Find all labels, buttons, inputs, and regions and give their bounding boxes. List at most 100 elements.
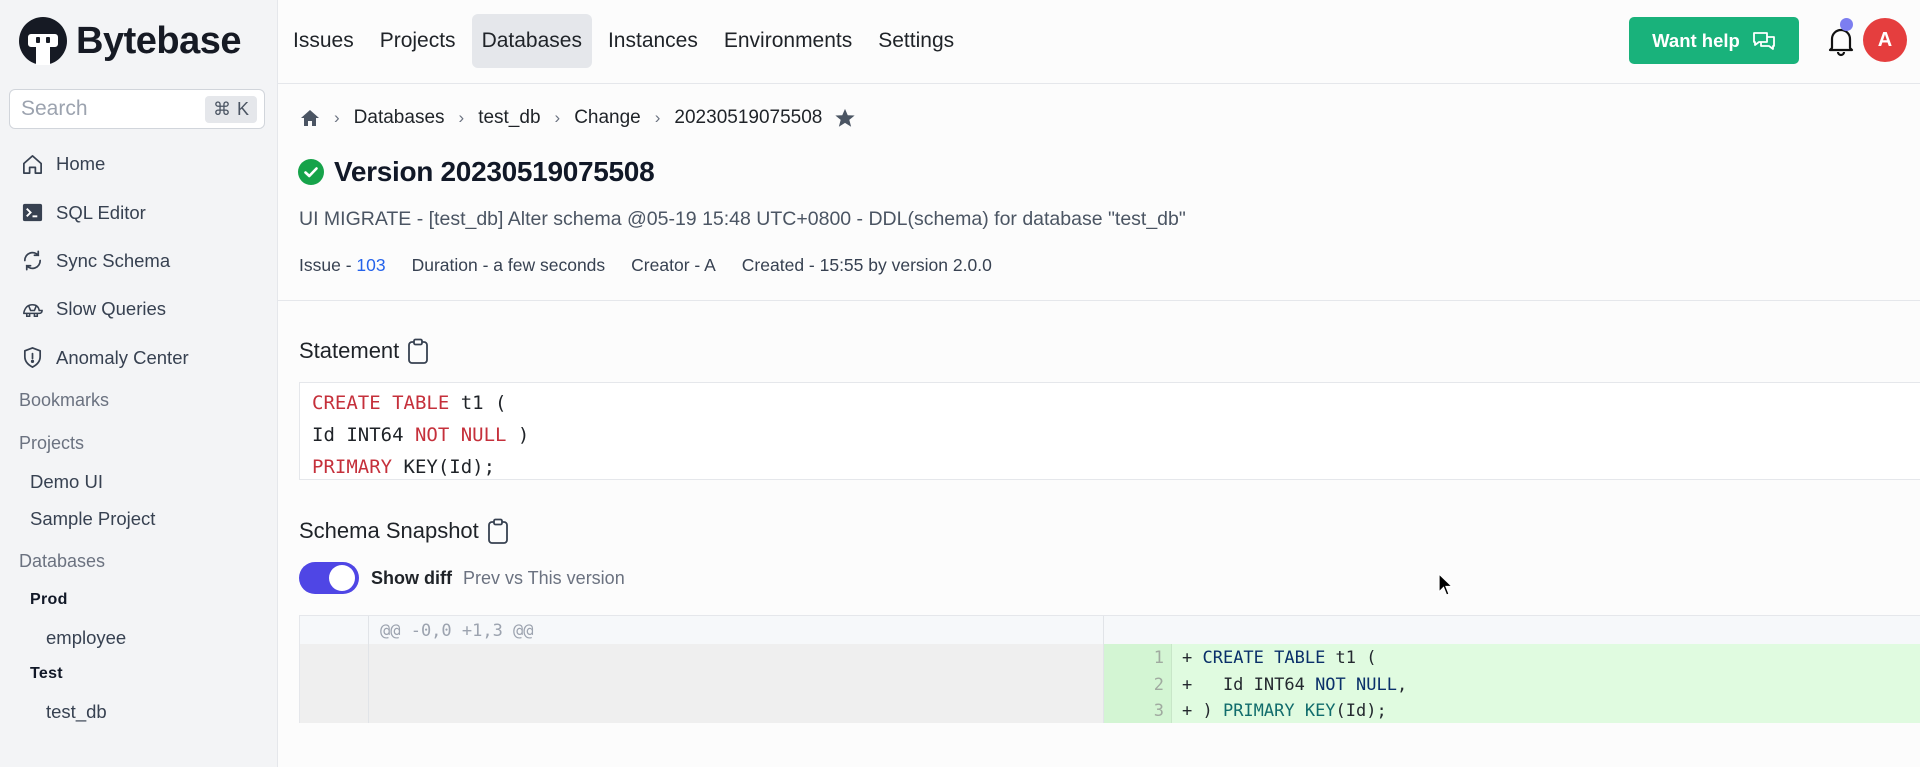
top-nav-instances[interactable]: Instances bbox=[598, 14, 708, 68]
sql-keyword: PRIMARY KEY bbox=[1222, 701, 1336, 721]
sidebar-database-item[interactable]: test_db bbox=[46, 701, 107, 723]
sidebar-item-home[interactable]: Home bbox=[0, 140, 277, 188]
top-nav-projects[interactable]: Projects bbox=[370, 14, 466, 68]
issue-label: Issue - bbox=[299, 255, 357, 275]
chevron-right-icon: › bbox=[554, 108, 561, 127]
statement-line: CREATE TABLE t1 ( bbox=[312, 387, 1912, 419]
sql-keyword: PRIMARY bbox=[312, 456, 393, 478]
breadcrumb-version: 20230519075508 bbox=[674, 107, 823, 128]
diff-hunk-header: @@ -0,0 +1,3 @@ bbox=[300, 616, 1920, 644]
diff-added-line: 2 + Id INT64 NOT NULL, bbox=[1104, 672, 1920, 698]
turtle-icon bbox=[20, 297, 44, 321]
sql-text: + bbox=[1182, 648, 1203, 668]
sql-text: t1 ( bbox=[1325, 648, 1377, 668]
main-content: Issues Projects Databases Instances Envi… bbox=[278, 0, 1920, 767]
sql-text: (Id); bbox=[1335, 701, 1387, 721]
search-placeholder: Search bbox=[21, 97, 88, 120]
command-key-icon: ⌘ bbox=[212, 99, 231, 119]
show-diff-row: Show diff Prev vs This version bbox=[299, 562, 625, 594]
databases-heading[interactable]: Databases bbox=[19, 551, 105, 572]
sql-text: + ) bbox=[1182, 701, 1223, 721]
breadcrumb: › Databases › test_db › Change › 2023051… bbox=[300, 107, 856, 129]
statement-line: PRIMARY KEY(Id); bbox=[312, 451, 1912, 483]
shortcut-key: K bbox=[236, 99, 249, 119]
sidebar-project-item[interactable]: Sample Project bbox=[30, 508, 155, 530]
chevron-right-icon: › bbox=[458, 108, 465, 127]
diff-line-code: + ) PRIMARY KEY(Id); bbox=[1182, 701, 1387, 721]
statement-title: Statement bbox=[299, 338, 400, 363]
notification-dot bbox=[1840, 18, 1853, 31]
hunk-header-text: @@ -0,0 +1,3 @@ bbox=[380, 621, 534, 641]
schema-diff-view: @@ -0,0 +1,3 @@ 1 + CREATE TABLE t1 (2 + I… bbox=[299, 615, 1920, 723]
mouse-cursor-icon bbox=[1438, 573, 1454, 596]
copy-clipboard-icon[interactable] bbox=[407, 338, 429, 364]
want-help-label: Want help bbox=[1652, 29, 1740, 51]
statement-code: CREATE TABLE t1 (Id INT64 NOT NULL ) PRIM… bbox=[299, 382, 1920, 480]
show-diff-toggle[interactable] bbox=[299, 562, 359, 594]
diff-line-code: + CREATE TABLE t1 ( bbox=[1182, 648, 1377, 668]
star-bookmark-icon[interactable] bbox=[834, 107, 856, 129]
home-icon[interactable] bbox=[300, 108, 320, 128]
top-nav-databases[interactable]: Databases bbox=[471, 14, 592, 68]
sidebar-item-sync-schema[interactable]: Sync Schema bbox=[0, 237, 277, 285]
diff-left-pane-empty bbox=[300, 644, 1103, 723]
top-bar: Issues Projects Databases Instances Envi… bbox=[278, 0, 1920, 84]
breadcrumb-databases[interactable]: Databases bbox=[354, 107, 445, 129]
sidebar-project-item[interactable]: Demo UI bbox=[30, 471, 103, 493]
environment-label: Prod bbox=[30, 591, 68, 608]
section-divider bbox=[278, 300, 1920, 301]
compare-label: Prev vs This version bbox=[462, 567, 625, 588]
top-nav-issues[interactable]: Issues bbox=[283, 14, 364, 68]
statement-lines: CREATE TABLE t1 (Id INT64 NOT NULL ) PRIM… bbox=[312, 387, 1912, 483]
sync-icon bbox=[20, 249, 44, 273]
bookmarks-heading[interactable]: Bookmarks bbox=[19, 390, 109, 411]
sidebar-item-label: Anomaly Center bbox=[56, 346, 189, 368]
top-nav-environments[interactable]: Environments bbox=[714, 14, 862, 68]
logo[interactable]: Bytebase bbox=[18, 16, 241, 66]
sidebar-item-slow-queries[interactable]: Slow Queries bbox=[0, 285, 277, 333]
toggle-knob bbox=[329, 565, 355, 591]
chevron-right-icon: › bbox=[654, 108, 661, 127]
top-nav: Issues Projects Databases Instances Envi… bbox=[283, 14, 970, 68]
issue-link[interactable]: 103 bbox=[356, 255, 385, 275]
show-diff-label: Show diff bbox=[371, 567, 452, 588]
sidebar-item-anomaly-center[interactable]: Anomaly Center bbox=[0, 334, 277, 382]
sql-keyword: CREATE TABLE bbox=[1202, 648, 1326, 668]
sql-text: + Id INT64 bbox=[1182, 674, 1316, 695]
version-description: UI MIGRATE - [test_db] Alter schema @05-… bbox=[299, 208, 1186, 230]
sidebar-database-item[interactable]: employee bbox=[46, 627, 126, 649]
sidebar: Bytebase Search ⌘ K Home SQL Editor Sync… bbox=[0, 0, 278, 767]
diff-line-number: 3 bbox=[1153, 701, 1164, 721]
diff-line-number: 2 bbox=[1153, 674, 1164, 695]
sql-text: KEY(Id); bbox=[392, 456, 496, 478]
breadcrumb-change[interactable]: Change bbox=[574, 107, 641, 129]
success-check-icon bbox=[298, 159, 324, 185]
meta-creator: Creator - A bbox=[631, 255, 716, 275]
sql-keyword: NOT NULL bbox=[1315, 674, 1397, 695]
user-avatar[interactable]: A bbox=[1863, 18, 1907, 62]
copy-clipboard-icon[interactable] bbox=[487, 518, 509, 544]
top-nav-settings[interactable]: Settings bbox=[868, 14, 964, 68]
want-help-button[interactable]: Want help bbox=[1629, 17, 1799, 64]
search-input[interactable]: Search ⌘ K bbox=[9, 89, 265, 129]
sidebar-nav: Home SQL Editor Sync Schema Slow Queries bbox=[0, 140, 277, 382]
notification-bell-icon[interactable] bbox=[1826, 25, 1856, 57]
shield-alert-icon bbox=[20, 346, 44, 370]
environment-label: Test bbox=[30, 665, 63, 682]
schema-snapshot-heading: Schema Snapshot bbox=[299, 518, 509, 544]
sql-keyword: NOT NULL bbox=[414, 424, 507, 446]
chat-bubbles-icon bbox=[1752, 31, 1775, 50]
sidebar-item-sql-editor[interactable]: SQL Editor bbox=[0, 188, 277, 236]
bytebase-logo-icon bbox=[19, 17, 67, 65]
sql-text: , bbox=[1396, 674, 1408, 695]
page-title: Version 20230519075508 bbox=[334, 156, 655, 187]
sidebar-item-label: Home bbox=[56, 153, 106, 175]
search-shortcut: ⌘ K bbox=[204, 96, 257, 123]
terminal-icon bbox=[20, 201, 44, 225]
sql-text: t1 ( bbox=[449, 392, 507, 414]
brand-name: Bytebase bbox=[76, 19, 241, 62]
home-icon bbox=[20, 152, 44, 176]
breadcrumb-database[interactable]: test_db bbox=[478, 107, 540, 129]
projects-heading[interactable]: Projects bbox=[19, 433, 84, 454]
diff-right-pane: 1 + CREATE TABLE t1 (2 + Id INT64 NOT NULL… bbox=[1104, 644, 1920, 723]
